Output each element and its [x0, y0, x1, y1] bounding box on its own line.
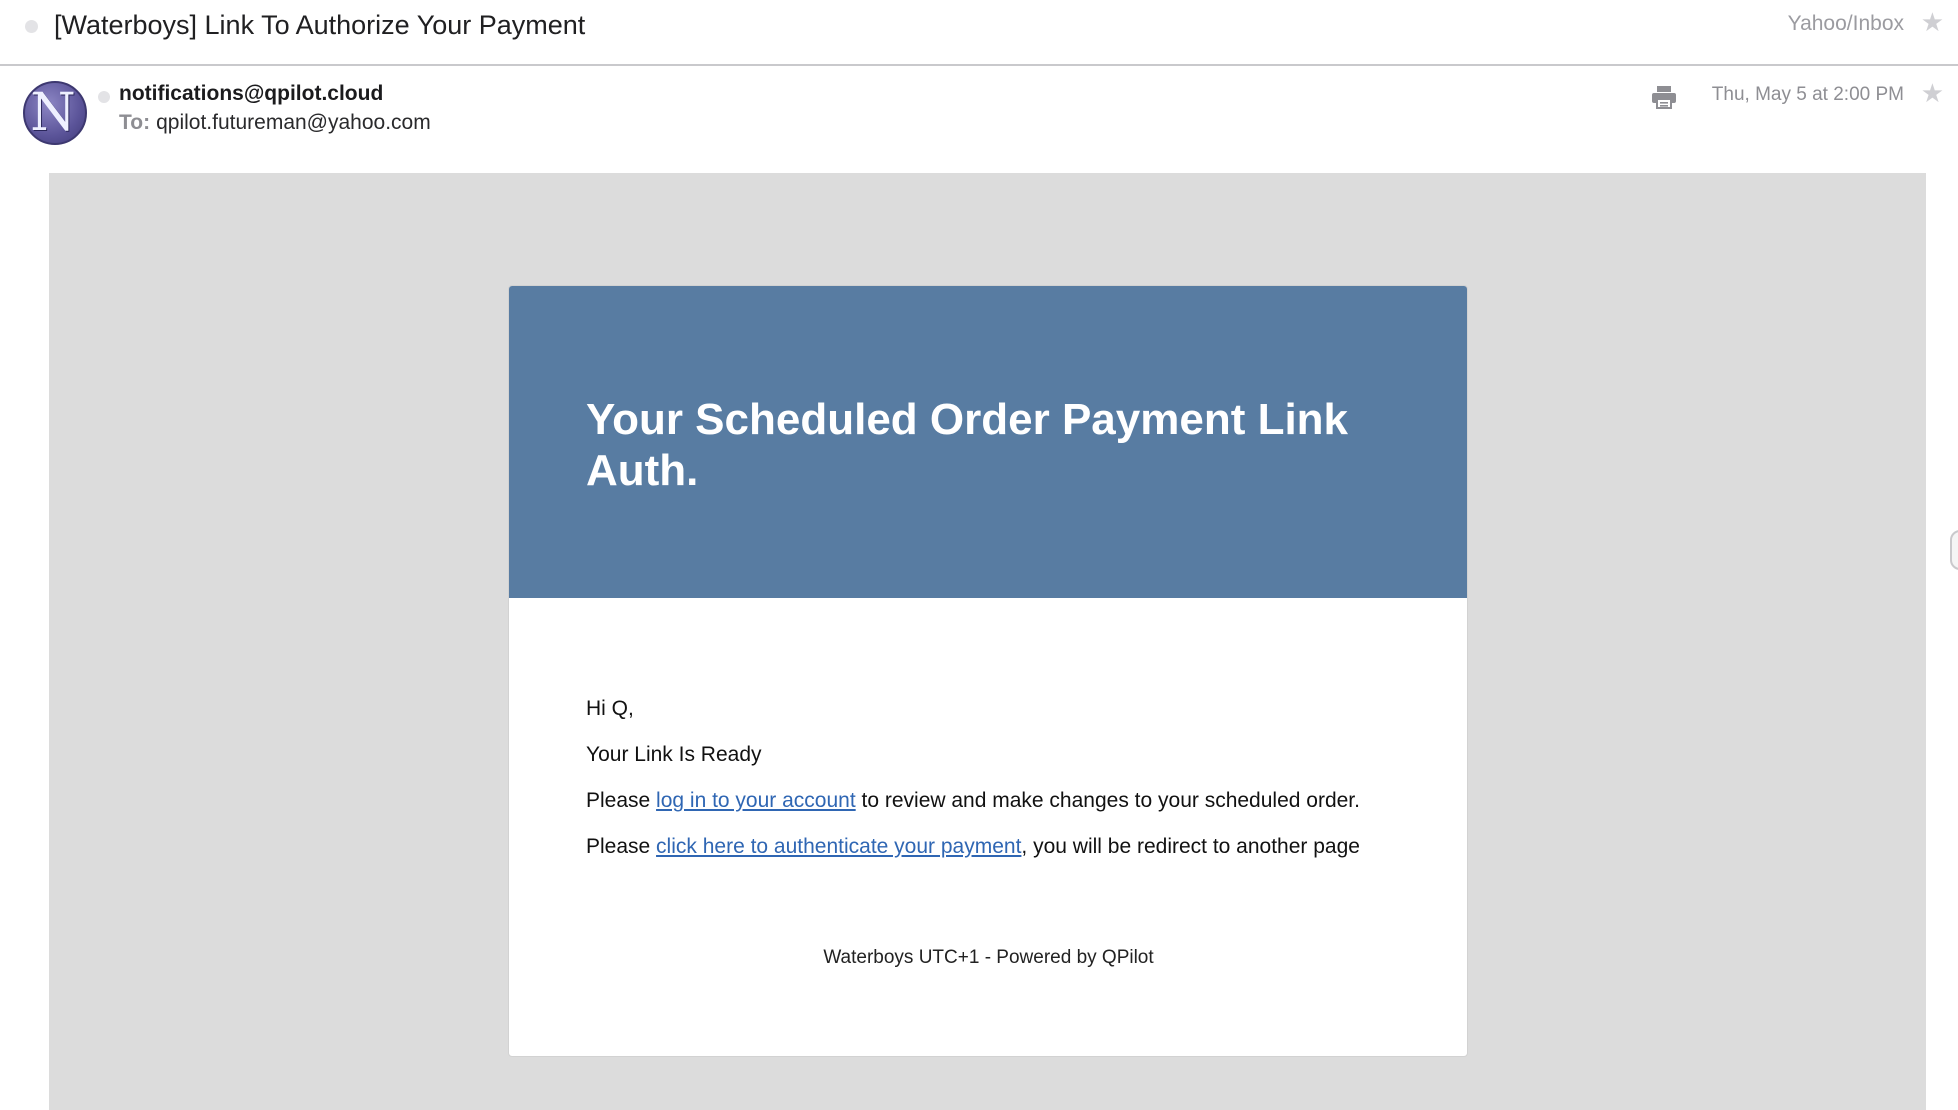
message-date: Thu, May 5 at 2:00 PM: [1711, 84, 1904, 105]
login-link[interactable]: log in to your account: [656, 789, 856, 812]
subject-bar: [Waterboys] Link To Authorize Your Payme…: [0, 0, 1958, 66]
email-card: Your Scheduled Order Payment Link Auth. …: [508, 285, 1468, 1057]
to-label: To:: [119, 111, 151, 134]
avatar-letter: N: [30, 83, 76, 143]
star-icon[interactable]: ★: [1921, 9, 1944, 35]
sender-status-dot: [98, 91, 110, 103]
login-suffix: to review and make changes to your sched…: [855, 789, 1360, 812]
email-banner: Your Scheduled Order Payment Link Auth.: [509, 286, 1467, 598]
sender-address[interactable]: notifications@qpilot.cloud: [119, 82, 383, 106]
recipient-line: To: qpilot.futureman@yahoo.com: [119, 111, 431, 135]
mailbox-folder-label: Yahoo/Inbox: [1787, 12, 1904, 35]
authenticate-paragraph: Please click here to authenticate your p…: [586, 834, 1391, 860]
greeting-text: Hi Q,: [586, 697, 634, 720]
sender-avatar: N: [23, 81, 87, 145]
email-body: Hi Q, Your Link Is Ready Please log in t…: [509, 598, 1467, 969]
link-ready-text: Your Link Is Ready: [586, 743, 762, 766]
authenticate-payment-link[interactable]: click here to authenticate your payment: [656, 835, 1021, 858]
email-footer: Waterboys UTC+1 - Powered by QPilot: [823, 947, 1154, 968]
message-subject: [Waterboys] Link To Authorize Your Payme…: [54, 10, 586, 40]
unread-indicator[interactable]: [25, 20, 38, 33]
authenticate-prefix: Please: [586, 835, 657, 858]
recipient-address[interactable]: qpilot.futureman@yahoo.com: [156, 111, 431, 134]
print-icon[interactable]: [1651, 84, 1677, 110]
scroll-handle[interactable]: [1950, 530, 1958, 570]
login-prefix: Please: [586, 789, 657, 812]
login-paragraph: Please log in to your account to review …: [586, 788, 1391, 814]
star-icon[interactable]: ★: [1921, 80, 1944, 106]
authenticate-suffix: , you will be redirect to another page: [1021, 835, 1360, 858]
email-headline: Your Scheduled Order Payment Link Auth.: [586, 395, 1349, 495]
